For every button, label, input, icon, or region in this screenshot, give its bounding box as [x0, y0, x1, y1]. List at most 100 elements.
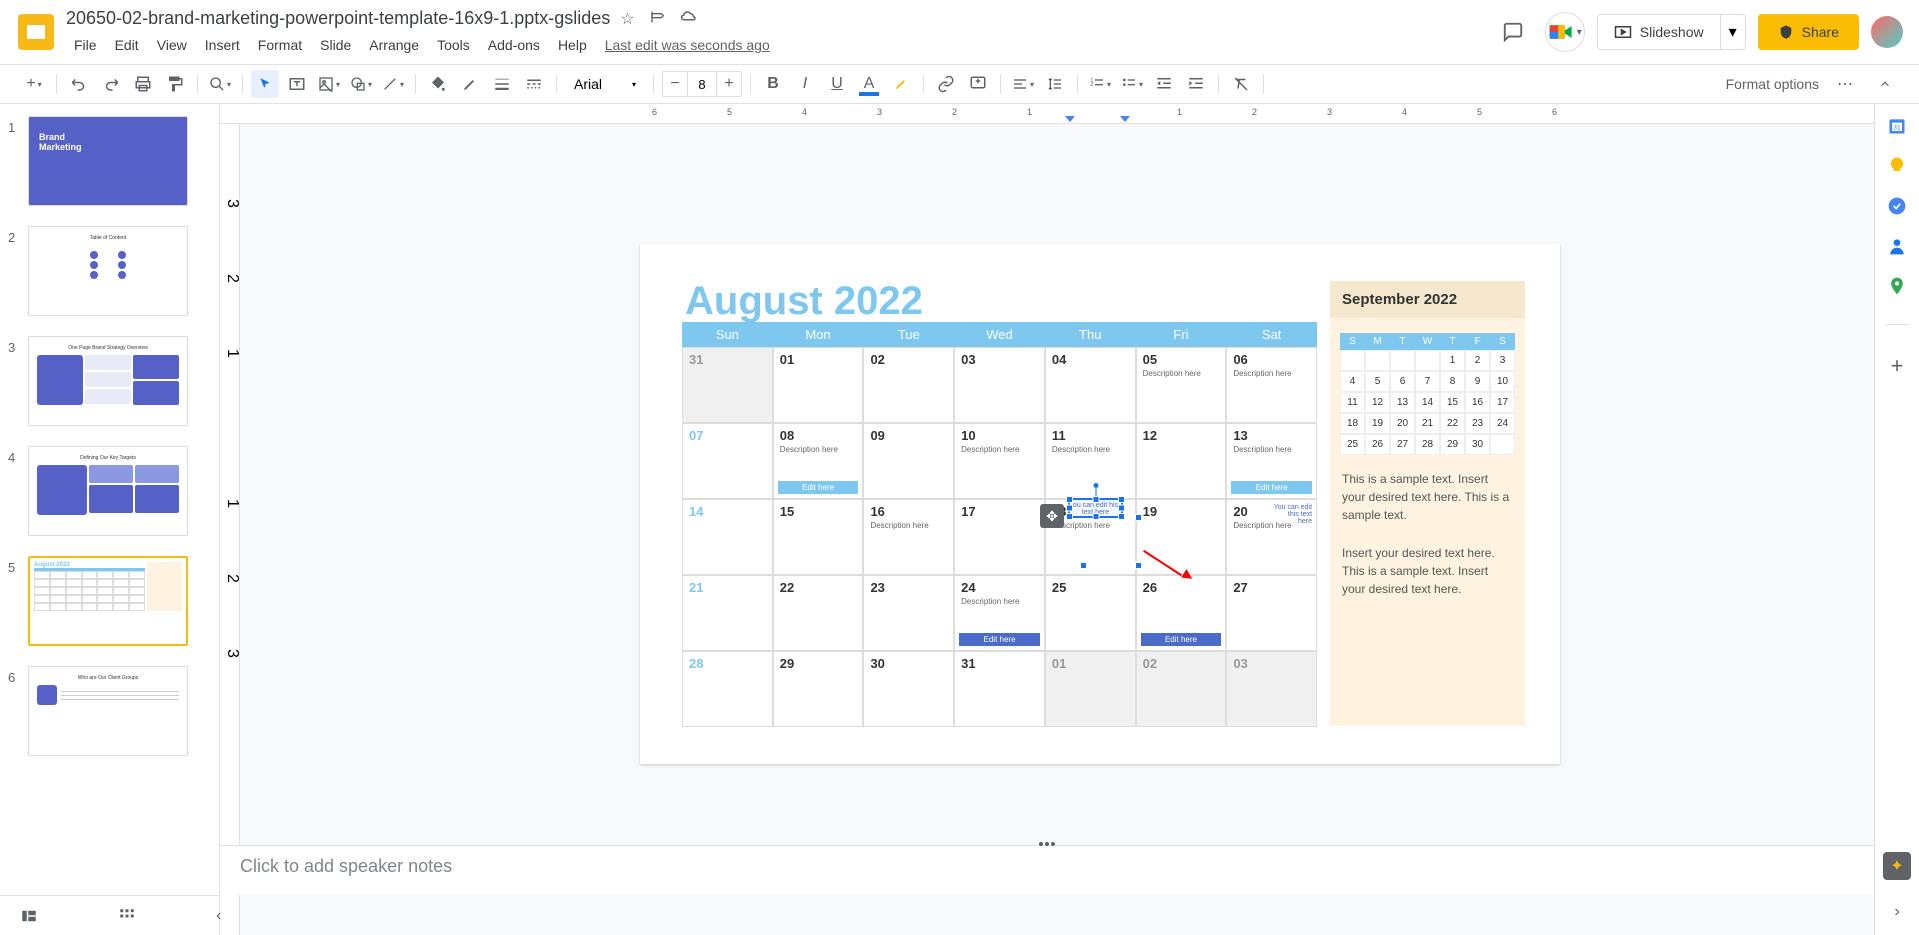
slides-logo[interactable]	[16, 12, 56, 52]
calendar-cell[interactable]: 04	[1045, 347, 1136, 423]
calendar-cell[interactable]: 05Description here	[1136, 347, 1227, 423]
calendar-cell[interactable]: 28	[682, 651, 773, 727]
hide-sidebar-icon[interactable]: ›	[1887, 903, 1907, 923]
calendar-cell[interactable]: 14	[682, 499, 773, 575]
september-text-1[interactable]: This is a sample text. Insert your desir…	[1330, 470, 1525, 524]
font-select[interactable]: Arial▾	[565, 75, 645, 93]
menu-slide[interactable]: Slide	[312, 33, 359, 57]
calendar-cell[interactable]: 06Description here	[1226, 347, 1317, 423]
slideshow-dropdown[interactable]: ▾	[1720, 15, 1745, 49]
calendar-cell[interactable]: 07	[682, 423, 773, 499]
last-edit[interactable]: Last edit was seconds ago	[597, 33, 778, 57]
border-dash-button[interactable]	[520, 70, 548, 98]
slide-thumb-3[interactable]: One Page Brand Strategy Overview	[28, 336, 188, 426]
indent-increase-button[interactable]	[1182, 70, 1210, 98]
filmstrip-view-icon[interactable]	[20, 902, 38, 930]
font-size-decrease[interactable]: −	[663, 72, 687, 96]
calendar-cell[interactable]: 29	[773, 651, 864, 727]
calendar-cell[interactable]: 24Description hereEdit here	[954, 575, 1045, 651]
calendar-cell[interactable]: 30	[863, 651, 954, 727]
menu-addons[interactable]: Add-ons	[480, 33, 548, 57]
calendar-cell[interactable]: 27	[1226, 575, 1317, 651]
menu-file[interactable]: File	[66, 33, 105, 57]
calendar-cell[interactable]: 01	[1045, 651, 1136, 727]
star-icon[interactable]: ☆	[620, 9, 638, 27]
collapse-toolbar[interactable]	[1871, 70, 1899, 98]
paint-format-button[interactable]	[161, 70, 189, 98]
grid-view-icon[interactable]	[118, 902, 136, 930]
meet-icon[interactable]: ▾	[1545, 12, 1585, 52]
calendar-app-icon[interactable]: 31	[1887, 116, 1907, 136]
zoom-button[interactable]: ▾	[206, 70, 234, 98]
comments-icon[interactable]	[1493, 12, 1533, 52]
calendar-cell[interactable]: 15	[773, 499, 864, 575]
redo-button[interactable]	[97, 70, 125, 98]
contacts-app-icon[interactable]	[1887, 236, 1907, 256]
line-spacing-button[interactable]	[1041, 70, 1069, 98]
slide-thumb-4[interactable]: Defining Our Key Targets	[28, 446, 188, 536]
comment-button[interactable]	[964, 70, 992, 98]
indent-decrease-button[interactable]	[1150, 70, 1178, 98]
add-app-icon[interactable]: +	[1887, 353, 1907, 373]
calendar-cell[interactable]: 02	[1136, 651, 1227, 727]
calendar-cell[interactable]: 16Description here	[863, 499, 954, 575]
calendar-cell[interactable]: 31	[682, 347, 773, 423]
print-button[interactable]	[129, 70, 157, 98]
bullet-list-button[interactable]: ▾	[1118, 70, 1146, 98]
image-tool[interactable]: ▾	[315, 70, 343, 98]
calendar-cell[interactable]: 13Description hereEdit here	[1226, 423, 1317, 499]
font-size-input[interactable]	[687, 72, 717, 96]
tasks-app-icon[interactable]	[1887, 196, 1907, 216]
speaker-notes[interactable]: Click to add speaker notes	[220, 845, 1874, 895]
text-color-button[interactable]: A	[855, 70, 883, 98]
bold-button[interactable]: B	[759, 70, 787, 98]
border-weight-button[interactable]	[488, 70, 516, 98]
selection-box[interactable]: ou can edit his text here	[1068, 498, 1123, 518]
calendar-cell[interactable]: 03	[1226, 651, 1317, 727]
calendar-cell[interactable]: 22	[773, 575, 864, 651]
italic-button[interactable]: I	[791, 70, 819, 98]
calendar-cell[interactable]: 26Edit here	[1136, 575, 1227, 651]
calendar-cell[interactable]: 31	[954, 651, 1045, 727]
canvas-area[interactable]: 6 5 4 3 2 1 1 2 3 4 5 6 3 2 1 1 2 3 Augu…	[220, 104, 1874, 935]
calendar-cell[interactable]: 02	[863, 347, 954, 423]
menu-format[interactable]: Format	[250, 33, 310, 57]
menu-view[interactable]: View	[149, 33, 195, 57]
main-calendar[interactable]: SunMonTueWedThuFriSat 310102030405Descri…	[682, 322, 1317, 727]
share-button[interactable]: Share	[1758, 14, 1859, 50]
document-title[interactable]: 20650-02-brand-marketing-powerpoint-temp…	[66, 8, 610, 29]
september-title[interactable]: September 2022	[1330, 281, 1525, 318]
september-text-2[interactable]: Insert your desired text here. This is a…	[1330, 544, 1525, 598]
move-icon[interactable]	[650, 9, 668, 27]
calendar-cell[interactable]: 01	[773, 347, 864, 423]
menu-help[interactable]: Help	[550, 33, 595, 57]
slide-thumb-1[interactable]: BrandMarketing	[28, 116, 188, 206]
align-button[interactable]: ▾	[1009, 70, 1037, 98]
shape-tool[interactable]: ▾	[347, 70, 375, 98]
calendar-cell[interactable]: 08Description hereEdit here	[773, 423, 864, 499]
calendar-cell[interactable]: 11Description here	[1045, 423, 1136, 499]
user-avatar[interactable]	[1871, 16, 1903, 48]
slide-panel[interactable]: 1BrandMarketing 2Table of Content 3One P…	[0, 104, 220, 935]
undo-button[interactable]	[65, 70, 93, 98]
highlight-button[interactable]	[887, 70, 915, 98]
calendar-title[interactable]: August 2022	[685, 279, 923, 324]
menu-tools[interactable]: Tools	[429, 33, 478, 57]
fill-color-button[interactable]	[424, 70, 452, 98]
line-tool[interactable]: ▾	[379, 70, 407, 98]
calendar-cell[interactable]: 10Description here	[954, 423, 1045, 499]
underline-button[interactable]: U	[823, 70, 851, 98]
calendar-cell[interactable]: 09	[863, 423, 954, 499]
explore-button[interactable]: ✦	[1883, 852, 1911, 880]
slide-thumb-2[interactable]: Table of Content	[28, 226, 188, 316]
clear-format-button[interactable]	[1227, 70, 1255, 98]
september-calendar[interactable]: SMTWTFS 12345678910111213141516171819202…	[1340, 333, 1515, 455]
collapse-panel-icon[interactable]: ‹	[216, 902, 221, 930]
slide-canvas[interactable]: August 2022 SunMonTueWedThuFriSat 310102…	[640, 244, 1560, 764]
calendar-cell[interactable]: 21	[682, 575, 773, 651]
september-box[interactable]: September 2022 SMTWTFS 12345678910111213…	[1330, 281, 1525, 726]
maps-app-icon[interactable]	[1887, 276, 1907, 296]
border-color-button[interactable]	[456, 70, 484, 98]
link-button[interactable]	[932, 70, 960, 98]
cloud-icon[interactable]	[680, 9, 698, 27]
